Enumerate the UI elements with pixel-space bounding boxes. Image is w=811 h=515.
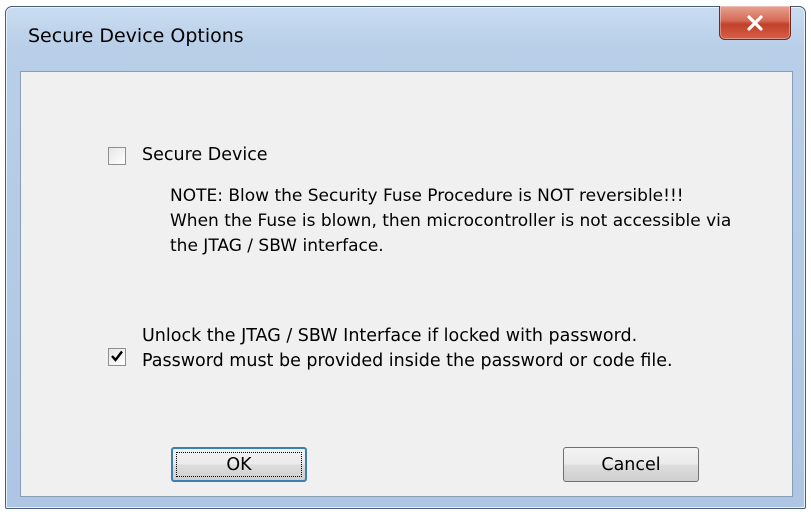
unlock-jtag-checkbox[interactable] [108, 348, 126, 366]
security-note: NOTE: Blow the Security Fuse Procedure i… [170, 184, 731, 259]
close-button[interactable] [719, 6, 791, 40]
close-icon [746, 14, 764, 31]
cancel-button[interactable]: Cancel [563, 447, 699, 482]
note-line: the JTAG / SBW interface. [170, 236, 384, 256]
secure-device-checkbox[interactable] [108, 147, 126, 165]
secure-device-label[interactable]: Secure Device [142, 143, 268, 168]
dialog-window: Secure Device Options Secure Device NOTE… [5, 6, 806, 509]
note-line: When the Fuse is blown, then microcontro… [170, 211, 732, 231]
unlock-label-line: Unlock the JTAG / SBW Interface if locke… [142, 326, 638, 346]
title-bar[interactable]: Secure Device Options [6, 6, 805, 71]
unlock-jtag-label[interactable]: Unlock the JTAG / SBW Interface if locke… [142, 324, 673, 374]
cancel-button-label: Cancel [601, 454, 661, 475]
focus-ring [176, 452, 302, 477]
checkmark-icon [110, 348, 124, 367]
unlock-label-line: Password must be provided inside the pas… [142, 351, 673, 371]
dialog-content: Secure Device NOTE: Blow the Security Fu… [20, 71, 793, 497]
ok-button[interactable]: OK [171, 447, 307, 482]
note-line: NOTE: Blow the Security Fuse Procedure i… [170, 186, 684, 206]
window-title: Secure Device Options [28, 25, 244, 47]
